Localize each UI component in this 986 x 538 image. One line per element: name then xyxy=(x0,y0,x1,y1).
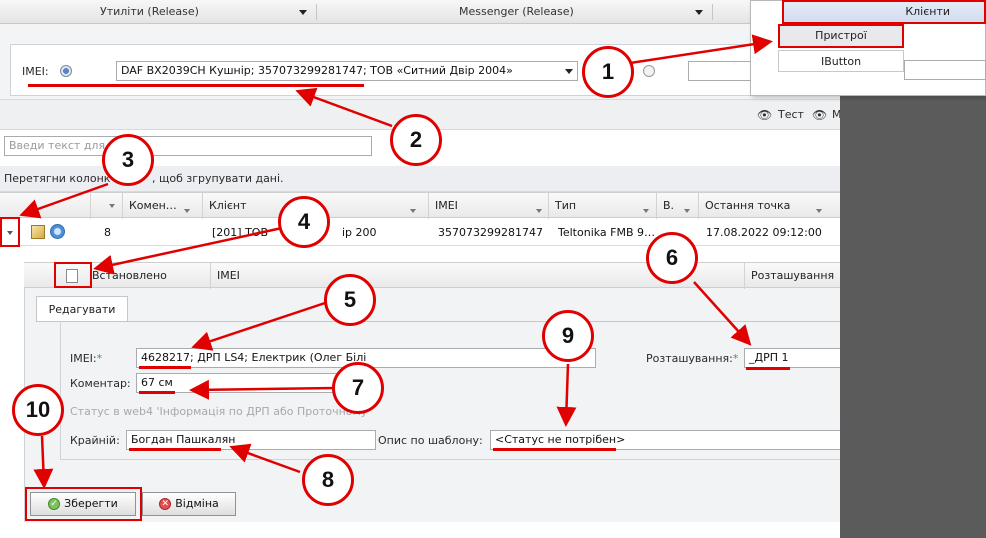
badge-5: 5 xyxy=(324,274,376,326)
arrow-5 xyxy=(191,300,329,351)
badge-10: 10 xyxy=(12,384,64,436)
arrow-9 xyxy=(556,363,577,427)
arrow-2 xyxy=(295,87,393,128)
arrow-6 xyxy=(693,281,752,346)
badge-7: 7 xyxy=(332,362,384,414)
badge-2: 2 xyxy=(390,114,442,166)
badge-8: 8 xyxy=(302,454,354,506)
arrow-8 xyxy=(229,443,301,474)
badge-9: 9 xyxy=(542,310,594,362)
badge-6: 6 xyxy=(646,232,698,284)
badge-3: 3 xyxy=(102,134,154,186)
badge-4: 4 xyxy=(278,196,330,248)
badge-1: 1 xyxy=(582,46,634,98)
arrow-10 xyxy=(33,435,54,489)
annotation-arrows xyxy=(19,34,773,489)
arrow-7 xyxy=(189,379,337,400)
arrow-3 xyxy=(19,182,109,219)
arrow-4 xyxy=(93,226,283,275)
